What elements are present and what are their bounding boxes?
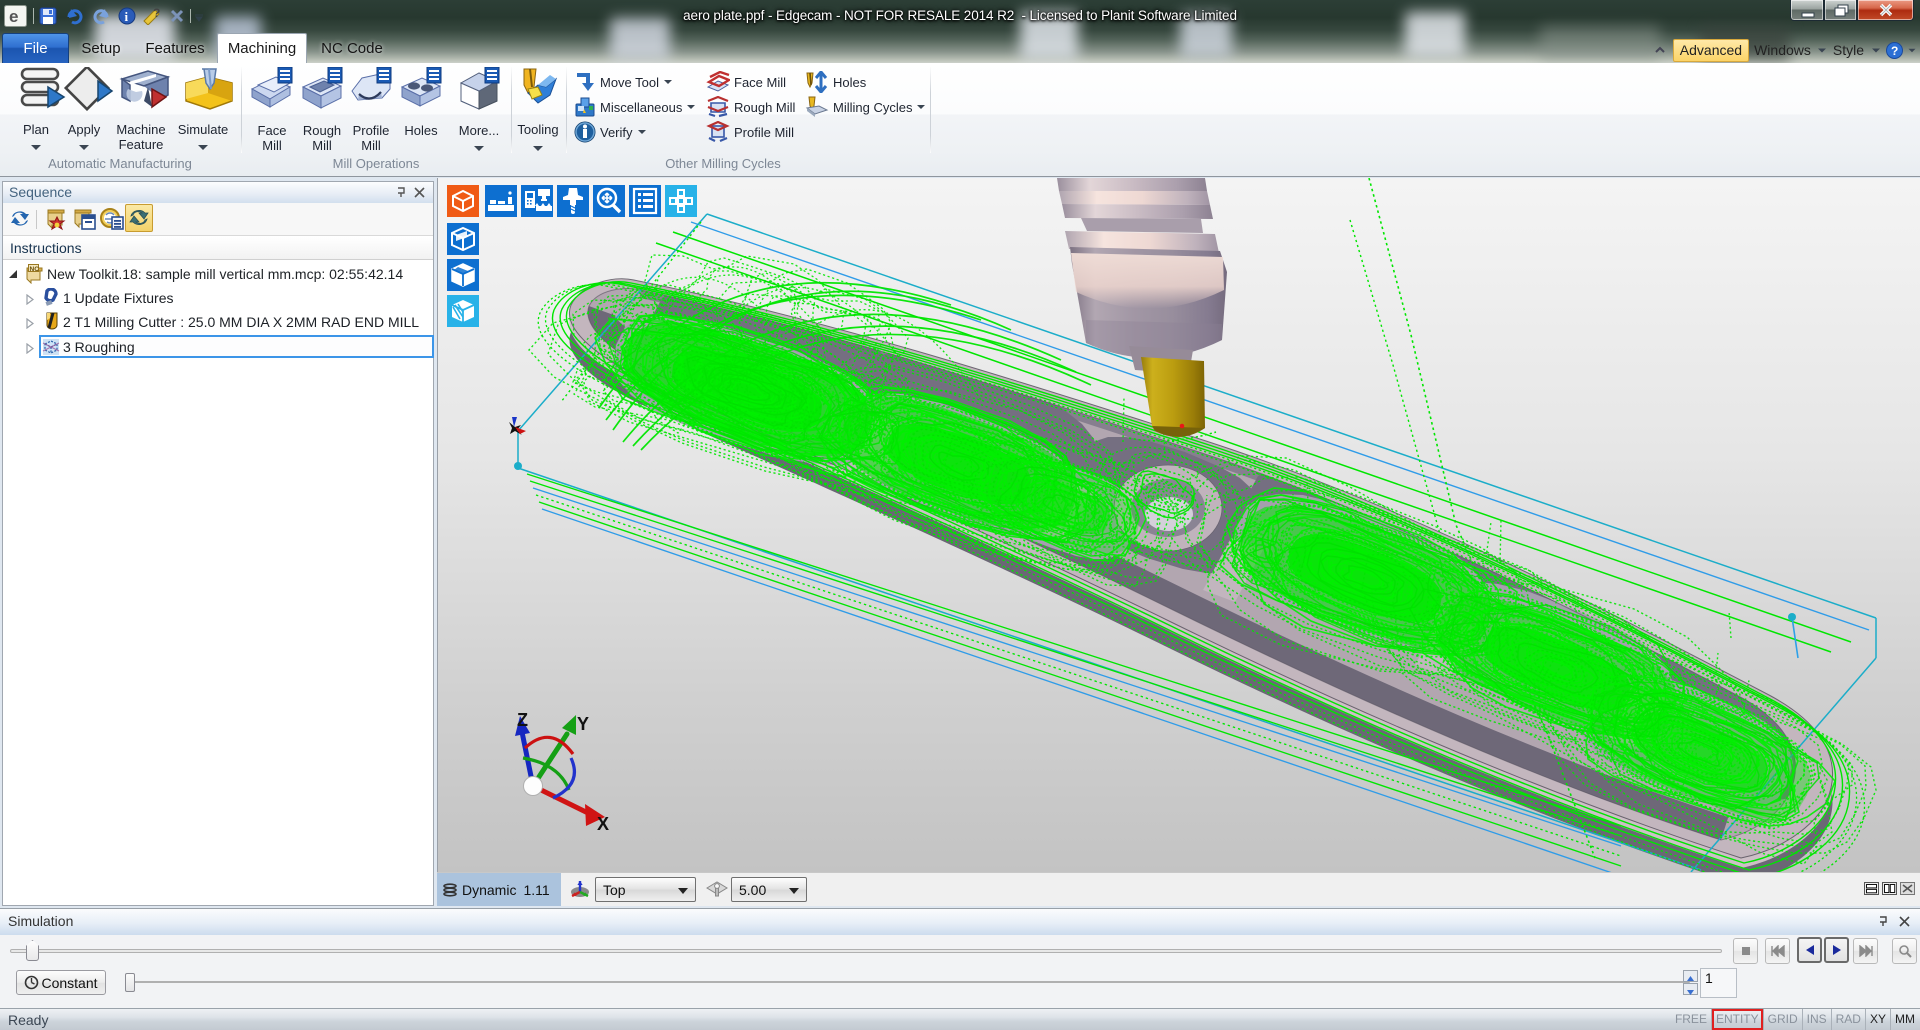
svg-text:Z: Z: [517, 710, 528, 730]
svg-text:NC: NC: [30, 266, 40, 273]
svg-text:Y: Y: [577, 714, 589, 734]
svg-text:?: ?: [153, 7, 160, 20]
svg-text:e: e: [9, 7, 18, 26]
svg-text:X: X: [597, 814, 609, 834]
svg-text:i: i: [125, 9, 129, 24]
svg-text:?: ?: [1891, 44, 1898, 58]
